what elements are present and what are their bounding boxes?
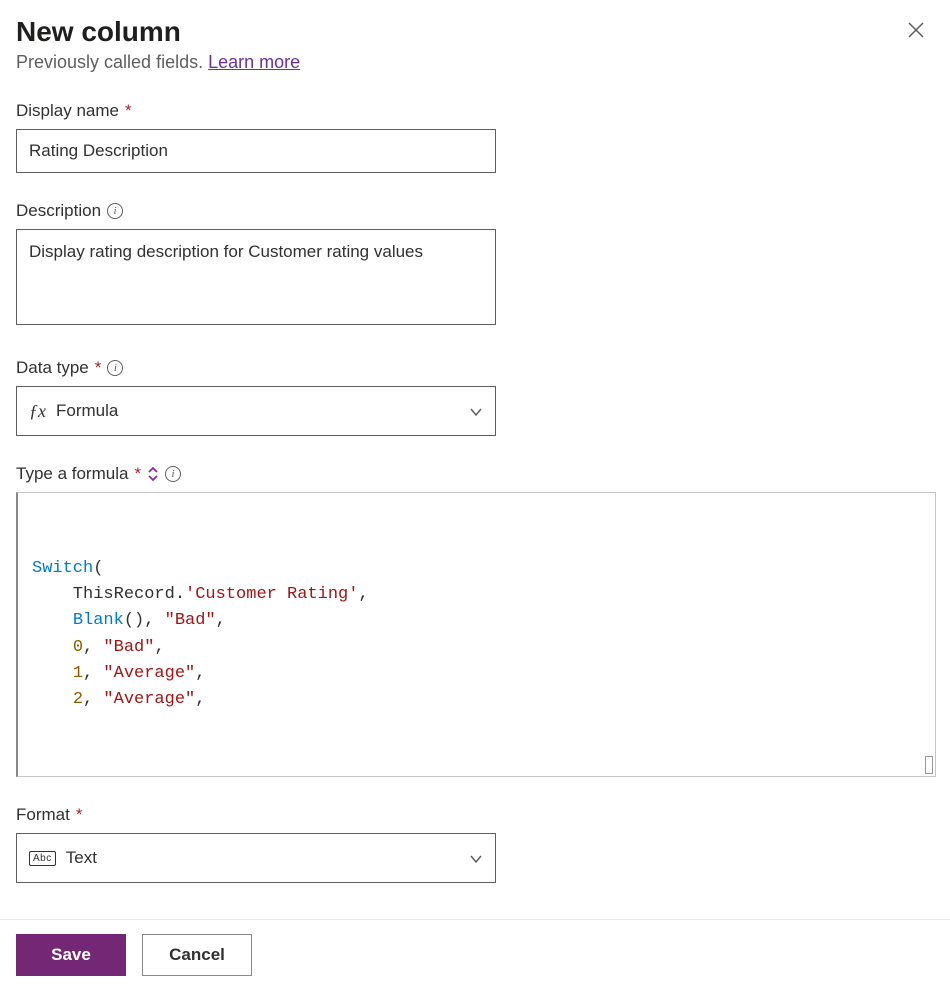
data-type-value: Formula (56, 401, 118, 421)
panel-title: New column (16, 16, 300, 48)
info-icon[interactable]: i (165, 466, 181, 482)
close-icon (906, 20, 926, 40)
data-type-label-text: Data type (16, 358, 89, 378)
formula-label-text: Type a formula (16, 464, 128, 484)
chevron-down-icon (469, 404, 483, 418)
expand-icon[interactable] (147, 466, 159, 482)
formula-label: Type a formula * i (16, 464, 934, 484)
description-label-text: Description (16, 201, 101, 221)
required-asterisk: * (95, 358, 102, 378)
format-value: Text (66, 848, 97, 868)
display-name-input[interactable] (16, 129, 496, 173)
chevron-down-icon (469, 851, 483, 865)
footer-bar: Save Cancel (0, 919, 950, 990)
format-label-text: Format (16, 805, 70, 825)
description-label: Description i (16, 201, 934, 221)
info-icon[interactable]: i (107, 203, 123, 219)
learn-more-link[interactable]: Learn more (208, 52, 300, 72)
format-label: Format * (16, 805, 934, 825)
data-type-label: Data type * i (16, 358, 934, 378)
close-button[interactable] (898, 16, 934, 49)
formula-editor[interactable]: Switch( ThisRecord.'Customer Rating', Bl… (16, 492, 936, 777)
cancel-button[interactable]: Cancel (142, 934, 252, 976)
required-asterisk: * (125, 101, 132, 121)
display-name-label: Display name * (16, 101, 934, 121)
required-asterisk: * (76, 805, 83, 825)
info-icon[interactable]: i (107, 360, 123, 376)
panel-subtitle: Previously called fields. Learn more (16, 52, 300, 73)
display-name-label-text: Display name (16, 101, 119, 121)
data-type-select[interactable]: ƒx Formula (16, 386, 496, 436)
subtitle-text: Previously called fields. (16, 52, 208, 72)
required-asterisk: * (134, 464, 141, 484)
text-type-icon: Abc (29, 851, 56, 866)
format-select[interactable]: Abc Text (16, 833, 496, 883)
description-input[interactable] (16, 229, 496, 325)
formula-icon: ƒx (29, 401, 46, 422)
save-button[interactable]: Save (16, 934, 126, 976)
scrollbar-handle[interactable] (925, 756, 933, 774)
